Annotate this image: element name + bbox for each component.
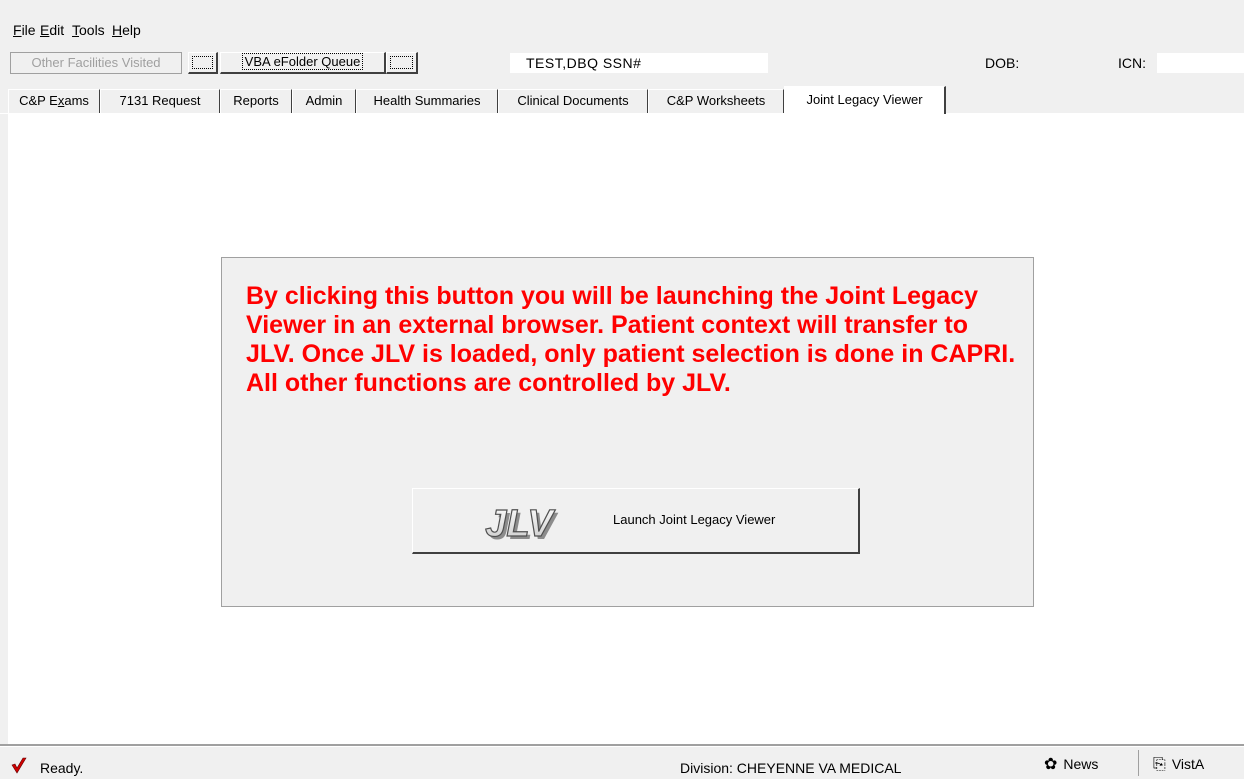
tab-cp-exams[interactable]: C&P Exams xyxy=(8,89,100,113)
dob-label: DOB: xyxy=(985,55,1020,71)
printer-icon: ⎘ xyxy=(1153,756,1166,773)
icn-value xyxy=(1157,53,1244,73)
tab-joint-legacy-viewer[interactable]: Joint Legacy Viewer xyxy=(784,86,946,114)
tab-reports[interactable]: Reports xyxy=(220,89,292,113)
menu-file-rest: ile xyxy=(21,22,36,38)
checkmark-icon xyxy=(11,757,27,774)
menu-file[interactable]: File xyxy=(13,22,36,38)
efolder-queue-label: VBA eFolder Queue xyxy=(241,53,364,70)
menu-tools-rest: ools xyxy=(79,22,105,38)
news-label: News xyxy=(1063,756,1099,772)
menu-bar xyxy=(0,0,1244,48)
patient-info: TEST,DBQ SSN# xyxy=(510,53,768,73)
division-text: Division: CHEYENNE VA MEDICAL xyxy=(680,760,902,776)
menu-tools-hotkey: T xyxy=(72,22,79,38)
jlv-message: By clicking this button you will be laun… xyxy=(246,282,1016,397)
tab-cp-exams-post: ams xyxy=(64,93,89,108)
tab-7131-request[interactable]: 7131 Request xyxy=(100,89,220,113)
menu-help-hotkey: H xyxy=(112,22,123,38)
tab-cp-worksheets[interactable]: C&P Worksheets xyxy=(648,89,784,113)
jlv-logo-text: JLV xyxy=(485,503,555,541)
news-icon: ✿ xyxy=(1044,756,1058,773)
other-facilities-button[interactable]: Other Facilities Visited xyxy=(10,52,182,74)
menu-help[interactable]: Help xyxy=(112,22,141,38)
launch-jlv-button[interactable]: JLV JLV Launch Joint Legacy Viewer xyxy=(412,488,860,554)
jlv-panel: By clicking this button you will be laun… xyxy=(221,257,1034,607)
tab-clinical-documents[interactable]: Clinical Documents xyxy=(498,89,648,113)
menu-help-rest: elp xyxy=(122,22,141,38)
menu-file-hotkey: F xyxy=(13,22,22,38)
tab-admin[interactable]: Admin xyxy=(292,89,356,113)
tab-health-summaries[interactable]: Health Summaries xyxy=(356,89,498,113)
menu-edit-hotkey: E xyxy=(40,22,50,38)
blank-toolbar-button-right[interactable] xyxy=(386,52,418,74)
launch-jlv-label: Launch Joint Legacy Viewer xyxy=(613,512,776,527)
vista-label: VistA xyxy=(1171,756,1205,772)
vista-button[interactable]: ⎘ VistA xyxy=(1138,750,1244,776)
menu-edit[interactable]: Edit xyxy=(40,22,64,38)
news-button[interactable]: ✿ News xyxy=(1030,750,1130,776)
efolder-queue-button[interactable]: VBA eFolder Queue xyxy=(220,52,386,74)
tab-cp-exams-pre: C&P E xyxy=(19,93,58,108)
jlv-logo: JLV JLV xyxy=(485,503,559,541)
status-text: Ready. xyxy=(40,760,84,776)
menu-tools[interactable]: Tools xyxy=(72,22,105,38)
blank-toolbar-button-left[interactable] xyxy=(188,52,218,74)
icn-label: ICN: xyxy=(1118,55,1146,71)
menu-edit-rest: dit xyxy=(49,22,65,38)
